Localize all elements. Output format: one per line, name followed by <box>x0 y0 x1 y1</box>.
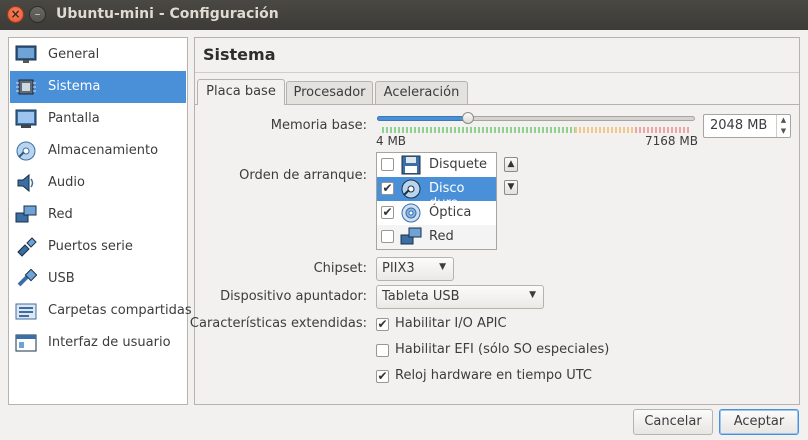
sidebar-item-usb[interactable]: USB <box>10 263 186 295</box>
chipset-select[interactable]: PIIX3 ▼ <box>376 257 454 281</box>
title-separator <box>195 72 799 73</box>
tab-panel <box>195 104 799 404</box>
sidebar-item-carpetas-compartidas[interactable]: Carpetas compartidas <box>10 295 192 327</box>
boot-order-label: Orden de arranque: <box>239 168 367 183</box>
settings-panel: Sistema Placa base Procesador Aceleració… <box>190 37 800 405</box>
floppy-icon <box>401 155 421 175</box>
utc-clock-label[interactable]: Reloj hardware en tiempo UTC <box>395 368 592 383</box>
sidebar-item-label: General <box>48 47 100 62</box>
speaker-icon <box>17 173 34 193</box>
sidebar-item-interfaz-de-usuario[interactable]: Interfaz de usuario <box>10 327 186 359</box>
minimize-icon: – <box>34 7 41 21</box>
interface-icon <box>15 334 37 352</box>
window-title: Ubuntu-mini - Configuración <box>56 6 279 22</box>
boot-item-red[interactable]: Red <box>377 225 496 249</box>
settings-sidebar: General Sistema Pantalla Almacenamiento … <box>8 37 192 405</box>
boot-checkbox[interactable]: ✔ <box>381 181 394 195</box>
boot-checkbox[interactable] <box>381 158 394 171</box>
io-apic-label[interactable]: Habilitar I/O APIC <box>395 316 507 331</box>
folder-icon <box>15 303 37 320</box>
arrow-down-icon: ▼ <box>507 182 515 192</box>
boot-item-label: Disquete <box>429 157 487 172</box>
boot-checkbox[interactable]: ✔ <box>381 205 394 219</box>
check-icon: ✔ <box>377 317 388 331</box>
sidebar-item-label: Almacenamiento <box>48 143 159 158</box>
serial-port-icon <box>17 237 37 257</box>
sidebar-item-label: Interfaz de usuario <box>48 335 171 350</box>
close-icon: × <box>10 7 21 21</box>
utc-clock-checkbox[interactable]: ✔ <box>376 369 389 383</box>
memory-spin-arrows[interactable]: ▲ ▼ <box>776 115 790 137</box>
check-icon: ✔ <box>382 181 393 195</box>
memory-zone-warn <box>575 127 635 133</box>
memory-label: Memoria base: <box>270 118 367 133</box>
sidebar-item-puertos-serie[interactable]: Puertos serie <box>10 231 186 263</box>
sidebar-item-label: Sistema <box>48 79 101 94</box>
sidebar-item-pantalla[interactable]: Pantalla <box>10 103 186 135</box>
pointing-device-value: Tableta USB <box>382 289 460 304</box>
boot-item-label: Óptica <box>429 205 472 220</box>
memory-slider-handle[interactable] <box>461 112 474 124</box>
network-icon <box>15 205 37 223</box>
chipset-label: Chipset: <box>313 261 367 276</box>
arrow-up-icon: ▲ <box>507 159 515 169</box>
sidebar-item-label: Red <box>48 207 73 222</box>
memory-spinbox[interactable]: 2048 MB ▲ ▼ <box>703 114 791 138</box>
minimize-button[interactable]: – <box>29 6 46 23</box>
hard-disk-icon <box>401 179 421 199</box>
chip-icon <box>16 79 36 95</box>
chevron-down-icon: ▼ <box>439 262 446 272</box>
boot-item-disco-duro[interactable]: ✔ Disco duro <box>377 177 496 211</box>
display-icon <box>15 109 37 128</box>
sidebar-item-almacenamiento[interactable]: Almacenamiento <box>10 135 186 167</box>
title-bar: × – Ubuntu-mini - Configuración <box>0 0 808 30</box>
sidebar-item-label: USB <box>48 271 75 286</box>
efi-checkbox[interactable] <box>376 344 389 357</box>
tab-placa-base[interactable]: Placa base <box>197 79 285 105</box>
check-icon: ✔ <box>382 205 393 219</box>
memory-slider-fill <box>377 116 468 121</box>
sidebar-item-general[interactable]: General <box>10 39 186 71</box>
move-up-button[interactable]: ▲ <box>504 157 518 172</box>
sidebar-item-label: Puertos serie <box>48 239 133 254</box>
usb-icon <box>17 269 37 287</box>
chevron-down-icon: ▼ <box>529 290 536 300</box>
move-down-button[interactable]: ▼ <box>504 180 518 195</box>
check-icon: ✔ <box>377 369 388 383</box>
spin-down-icon[interactable]: ▼ <box>777 126 790 137</box>
section-title: Sistema <box>203 45 276 64</box>
chipset-value: PIIX3 <box>382 261 415 276</box>
optical-disc-icon <box>401 203 421 223</box>
spin-up-icon[interactable]: ▲ <box>777 115 790 126</box>
sidebar-item-audio[interactable]: Audio <box>10 167 186 199</box>
pointing-device-label: Dispositivo apuntador: <box>220 289 367 304</box>
memory-max-label: 7168 MB <box>645 134 698 148</box>
memory-zone-ok <box>382 127 575 133</box>
boot-item-disquete[interactable]: Disquete <box>377 153 496 177</box>
pointing-device-select[interactable]: Tableta USB ▼ <box>376 285 544 309</box>
memory-min-label: 4 MB <box>376 134 407 148</box>
sidebar-item-label: Carpetas compartidas <box>48 303 192 318</box>
boot-checkbox[interactable] <box>381 230 394 243</box>
tab-aceleracion[interactable]: Aceleración <box>375 81 468 105</box>
network-icon <box>400 227 422 245</box>
boot-order-list[interactable]: Disquete ✔ Disco duro ✔ Óptica Red <box>376 152 497 250</box>
sidebar-item-sistema[interactable]: Sistema <box>10 71 186 103</box>
sidebar-item-red[interactable]: Red <box>10 199 186 231</box>
sidebar-item-label: Audio <box>48 175 85 190</box>
memory-value: 2048 MB <box>710 118 768 133</box>
accept-button[interactable]: Aceptar <box>719 409 799 435</box>
disk-icon <box>16 141 36 161</box>
extended-features-label: Características extendidas: <box>189 316 367 331</box>
sidebar-item-label: Pantalla <box>48 111 100 126</box>
boot-item-optica[interactable]: ✔ Óptica <box>377 201 496 225</box>
tab-procesador[interactable]: Procesador <box>286 81 373 105</box>
memory-zone-danger <box>635 127 691 133</box>
cancel-button[interactable]: Cancelar <box>633 409 713 435</box>
boot-item-label: Red <box>429 229 454 244</box>
close-button[interactable]: × <box>7 6 24 23</box>
io-apic-checkbox[interactable]: ✔ <box>376 317 389 331</box>
monitor-icon <box>15 45 37 63</box>
efi-label[interactable]: Habilitar EFI (sólo SO especiales) <box>395 342 609 357</box>
